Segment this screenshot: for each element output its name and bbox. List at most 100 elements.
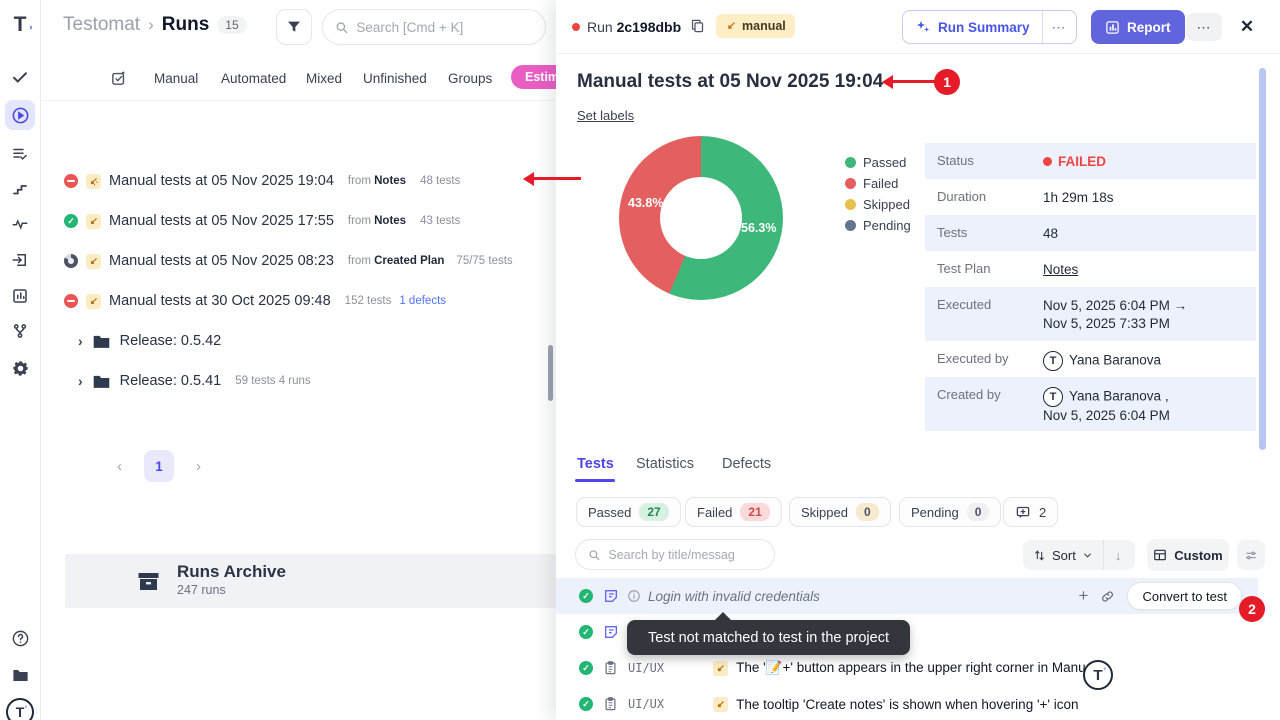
tab-statistics[interactable]: Statistics: [636, 456, 694, 472]
link-icon[interactable]: [1100, 589, 1115, 604]
run-source: Notes: [374, 215, 406, 227]
chevron-right-icon[interactable]: ›: [78, 373, 83, 389]
folder-meta: 59 tests 4 runs: [235, 375, 310, 387]
import-nav-icon[interactable]: [5, 245, 35, 275]
pulse-nav-icon[interactable]: [5, 209, 35, 239]
sort-direction-button[interactable]: ↓: [1104, 548, 1133, 563]
runs-archive-card[interactable]: Runs Archive 247 runs: [65, 554, 587, 608]
next-page-icon[interactable]: ›: [196, 458, 201, 475]
checks-nav-icon[interactable]: [5, 62, 35, 92]
run-row[interactable]: Manual tests at 05 Nov 2025 19:04 from N…: [64, 170, 556, 192]
duration-value: 1h 29m 18s: [1037, 179, 1114, 215]
tab-mixed[interactable]: Mixed: [306, 71, 342, 86]
test-row-case[interactable]: ✓ UI/UX The tooltip 'Create notes' is sh…: [556, 686, 1258, 720]
pagination: ‹ 1 ›: [117, 450, 201, 482]
list-check-nav-icon[interactable]: [5, 139, 35, 169]
chevron-right-icon[interactable]: ›: [78, 333, 83, 349]
run-source: Notes: [374, 175, 406, 187]
prev-page-icon[interactable]: ‹: [117, 458, 122, 475]
tab-automated[interactable]: Automated: [221, 71, 286, 86]
run-summary-more-button[interactable]: ⋯: [1042, 11, 1076, 43]
user-avatar[interactable]: T': [5, 697, 35, 720]
tab-defects[interactable]: Defects: [722, 456, 771, 472]
comment-plus-icon: [1015, 505, 1031, 520]
run-summary-button[interactable]: Run Summary ⋯: [902, 10, 1077, 44]
funnel-icon: [286, 19, 302, 35]
breadcrumb: Testomat › Runs 15: [63, 14, 247, 36]
manual-spark-icon: [725, 20, 737, 32]
annotation-1-badge: 1: [934, 69, 960, 95]
branch-nav-icon[interactable]: [5, 316, 35, 346]
annotation-2-badge: 2: [1239, 596, 1265, 622]
run-row[interactable]: Manual tests at 30 Oct 2025 09:48 152 te…: [64, 290, 556, 312]
filter-button[interactable]: [276, 9, 312, 45]
report-nav-icon[interactable]: [5, 281, 35, 311]
testplan-link[interactable]: Notes: [1037, 251, 1078, 287]
convert-to-test-button[interactable]: Convert to test: [1127, 582, 1242, 610]
status-passed-icon: ✓: [579, 589, 593, 603]
run-title: Manual tests at 05 Nov 2025 17:55: [109, 213, 334, 229]
help-icon[interactable]: [5, 623, 35, 653]
tests-search[interactable]: [575, 539, 775, 570]
user-avatar-icon: T: [1043, 351, 1063, 371]
tab-manual[interactable]: Manual: [154, 71, 198, 86]
tests-search-input[interactable]: [608, 548, 762, 562]
run-row[interactable]: Manual tests at 05 Nov 2025 08:23 from C…: [64, 250, 556, 272]
filter-pill-failed[interactable]: Failed21: [685, 497, 782, 527]
runs-list-panel: Testomat › Runs 15 ✕ Manual Automated Mi…: [41, 0, 556, 720]
detail-header: Run 2c198dbb manual Run Summary ⋯ Report: [556, 0, 1280, 54]
status-passed-icon: ✓: [579, 661, 593, 675]
legend-passed: Passed: [845, 155, 906, 170]
steps-nav-icon[interactable]: [5, 174, 35, 204]
tab-tests-underline: [575, 479, 615, 482]
columns-settings-button[interactable]: [1237, 540, 1265, 570]
annotation-arrow: [892, 80, 936, 83]
test-title: Login with invalid credentials: [648, 589, 820, 604]
release-folder-row[interactable]: › Release: 0.5.41 59 tests 4 runs: [78, 370, 558, 392]
tab-groups[interactable]: Groups: [448, 71, 492, 86]
info-row-createdby: Created by TYana Baranova ,Nov 5, 2025 6…: [925, 377, 1256, 431]
select-runs-icon[interactable]: [110, 70, 127, 87]
report-button[interactable]: Report: [1091, 10, 1185, 44]
runs-search[interactable]: [322, 9, 546, 45]
icon-rail: T': [0, 0, 41, 720]
donut-failed-label: 43.8%: [628, 196, 663, 210]
test-row-note[interactable]: ✓ Login with invalid credentials + Conve…: [556, 578, 1258, 614]
settings-gear-icon[interactable]: [5, 353, 35, 383]
close-panel-button[interactable]: ✕: [1234, 14, 1260, 40]
left-scrollbar[interactable]: [548, 345, 553, 401]
test-row-case[interactable]: ✓ UI/UX The '📝+' button appears in the u…: [556, 650, 1258, 686]
copy-icon[interactable]: [690, 18, 705, 34]
filter-pill-pending[interactable]: Pending0: [899, 497, 1001, 527]
run-row[interactable]: ✓ Manual tests at 05 Nov 2025 17:55 from…: [64, 210, 556, 232]
runs-nav-icon[interactable]: [5, 100, 35, 130]
tab-unfinished[interactable]: Unfinished: [363, 71, 427, 86]
set-labels-link[interactable]: Set labels: [577, 108, 634, 123]
tab-tests[interactable]: Tests: [577, 456, 614, 472]
breadcrumb-separator: ›: [148, 15, 154, 35]
filter-pill-comments[interactable]: 2: [1003, 497, 1058, 527]
page-1-button[interactable]: 1: [144, 450, 174, 482]
breadcrumb-project[interactable]: Testomat: [63, 14, 140, 36]
legend-pending: Pending: [845, 218, 911, 233]
testomat-logo[interactable]: T': [5, 10, 35, 40]
release-folder-row[interactable]: › Release: 0.5.42: [78, 330, 558, 352]
user-avatar-icon: T: [1043, 387, 1063, 407]
filter-pill-passed[interactable]: Passed27: [576, 497, 681, 527]
runs-search-input[interactable]: [356, 20, 533, 35]
manual-run-icon: [86, 214, 101, 229]
docs-folder-icon[interactable]: [5, 660, 35, 690]
breadcrumb-section: Runs: [162, 14, 210, 36]
custom-view-button[interactable]: Custom: [1147, 539, 1229, 571]
executedby-value: Yana Baranova: [1069, 353, 1161, 368]
run-source: Created Plan: [374, 255, 444, 267]
add-icon[interactable]: +: [1079, 586, 1089, 606]
note-icon: [603, 624, 619, 640]
sort-button[interactable]: Sort: [1023, 548, 1103, 563]
run-detail-title: Manual tests at 05 Nov 2025 19:04: [577, 71, 883, 93]
more-actions-button[interactable]: ⋯: [1186, 13, 1222, 41]
detail-scrollbar[interactable]: [1259, 68, 1266, 450]
filter-pill-skipped[interactable]: Skipped0: [789, 497, 891, 527]
info-row-status: Status FAILED: [925, 143, 1256, 179]
run-defects-link[interactable]: 1 defects: [399, 295, 446, 307]
